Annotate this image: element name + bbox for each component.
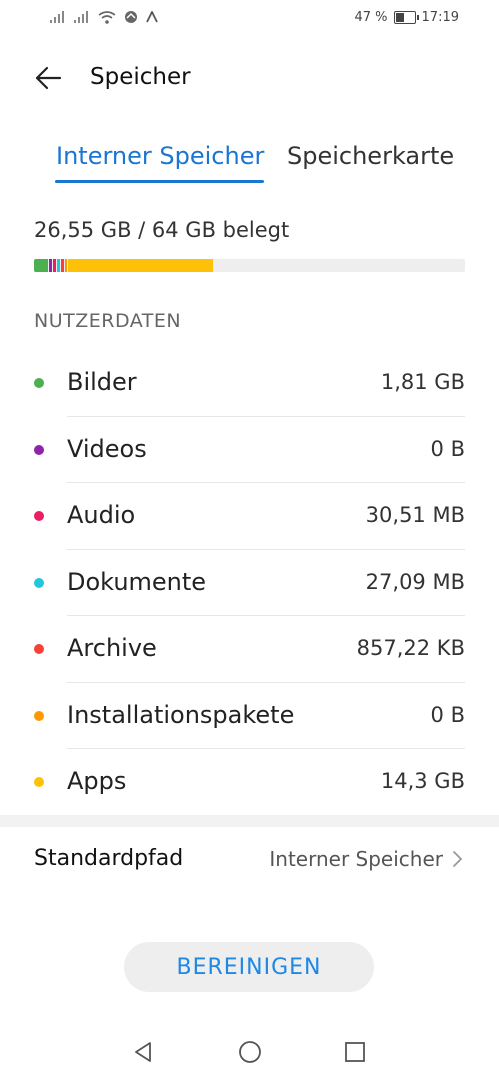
signal-icon bbox=[50, 11, 64, 23]
usage-segment-audio bbox=[53, 259, 56, 272]
category-size: 857,22 KB bbox=[356, 636, 465, 660]
usage-segment-bilder bbox=[34, 259, 48, 272]
arrow-left-icon bbox=[35, 66, 62, 90]
battery-icon bbox=[393, 11, 419, 24]
signal-icon-2 bbox=[74, 11, 88, 23]
app-bar: Speicher bbox=[0, 48, 499, 108]
category-size: 0 B bbox=[430, 702, 465, 727]
usage-segment-apps bbox=[68, 259, 213, 272]
clean-up-label: BEREINIGEN bbox=[176, 954, 322, 980]
circle-home-icon[interactable] bbox=[238, 1040, 262, 1064]
status-icons-left bbox=[50, 10, 158, 24]
status-bar: 47 % 17:19 bbox=[0, 0, 499, 40]
usage-segment-videos bbox=[49, 259, 52, 272]
category-color-dot bbox=[34, 511, 44, 521]
category-color-dot bbox=[34, 777, 44, 787]
category-label: Videos bbox=[67, 434, 147, 463]
category-label: Audio bbox=[67, 501, 136, 529]
clock: 17:19 bbox=[421, 10, 459, 25]
battery-percent: 47 % bbox=[354, 10, 388, 25]
category-size: 14,3 GB bbox=[380, 769, 465, 793]
page-title: Speicher bbox=[90, 64, 191, 90]
category-row[interactable]: Apps 14,3 GB bbox=[0, 749, 499, 816]
default-path-label: Standardpfad bbox=[34, 846, 184, 871]
usage-bar bbox=[34, 259, 465, 272]
category-row[interactable]: Audio 30,51 MB bbox=[0, 483, 499, 550]
status-icons-right: 47 % 17:19 bbox=[355, 10, 460, 25]
app-notification-icon bbox=[146, 11, 158, 23]
tab-internal-storage[interactable]: Interner Speicher bbox=[56, 142, 264, 170]
section-divider bbox=[0, 815, 499, 827]
storage-tabs: Interner Speicher Speicherkarte bbox=[0, 130, 499, 190]
category-color-dot bbox=[34, 378, 44, 388]
category-size: 27,09 MB bbox=[365, 569, 465, 594]
category-size: 0 B bbox=[430, 436, 465, 461]
system-nav-bar bbox=[0, 1020, 499, 1080]
category-row[interactable]: Archive 857,22 KB bbox=[0, 616, 499, 683]
category-color-dot bbox=[34, 577, 44, 588]
back-button[interactable] bbox=[30, 60, 66, 96]
triangle-back-icon[interactable] bbox=[131, 1040, 155, 1064]
active-tab-indicator bbox=[55, 180, 264, 183]
usage-summary: 26,55 GB / 64 GB belegt bbox=[34, 218, 290, 242]
category-label: Installationspakete bbox=[67, 700, 295, 729]
usage-segment-archive bbox=[61, 259, 64, 272]
category-row[interactable]: Bilder 1,81 GB bbox=[0, 350, 499, 417]
category-list: Bilder 1,81 GB Videos 0 B Audio 30,51 MB Dokum… bbox=[0, 350, 499, 816]
category-row[interactable]: Installationspakete 0 B bbox=[0, 683, 499, 749]
wifi-icon bbox=[98, 10, 116, 24]
category-label: Archive bbox=[67, 634, 157, 662]
category-label: Dokumente bbox=[67, 567, 207, 596]
usage-segment-dokumente bbox=[57, 259, 60, 272]
sync-icon bbox=[125, 11, 137, 23]
section-header: NUTZERDATEN bbox=[34, 310, 182, 332]
usage-segment-installationspakete bbox=[65, 259, 67, 272]
category-label: Apps bbox=[67, 767, 127, 795]
chevron-right-icon bbox=[453, 851, 463, 867]
category-size: 30,51 MB bbox=[365, 503, 465, 527]
clean-up-button[interactable]: BEREINIGEN bbox=[124, 942, 374, 992]
default-path-row[interactable]: Standardpfad Interner Speicher bbox=[0, 828, 499, 890]
category-size: 1,81 GB bbox=[380, 370, 465, 394]
category-color-dot bbox=[34, 444, 44, 455]
square-recents-icon[interactable] bbox=[343, 1040, 367, 1064]
default-path-value: Interner Speicher bbox=[269, 847, 443, 871]
category-color-dot bbox=[34, 644, 44, 654]
category-label: Bilder bbox=[67, 368, 137, 396]
category-row[interactable]: Dokumente 27,09 MB bbox=[0, 550, 499, 616]
tab-memory-card[interactable]: Speicherkarte bbox=[287, 142, 454, 170]
category-color-dot bbox=[34, 710, 44, 721]
category-row[interactable]: Videos 0 B bbox=[0, 417, 499, 483]
battery-fill bbox=[395, 13, 404, 22]
